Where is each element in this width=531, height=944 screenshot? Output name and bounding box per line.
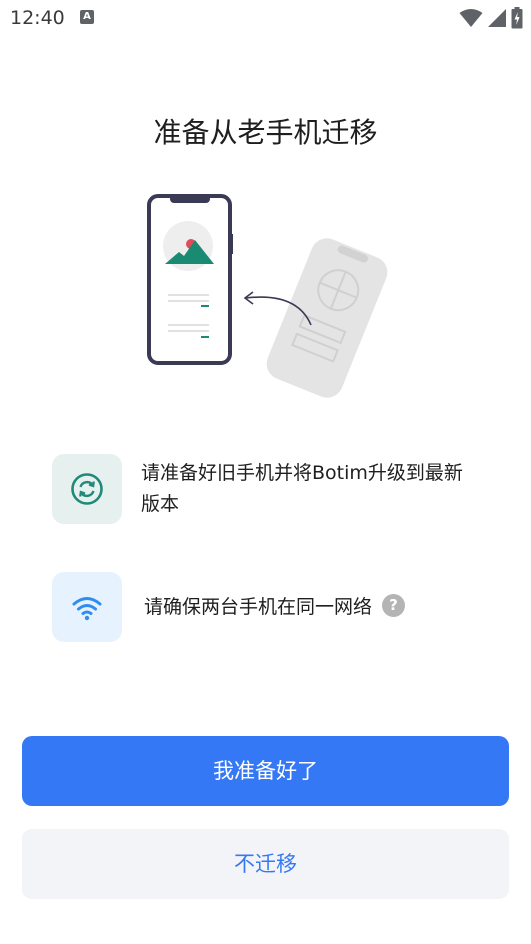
step-update-old-phone: 请准备好旧手机并将Botim升级到最新版本 — [52, 454, 492, 524]
status-icons — [459, 7, 523, 29]
step-same-network: 请确保两台手机在同一网络? — [52, 572, 492, 642]
help-icon[interactable]: ? — [382, 593, 406, 617]
step-icon-box — [52, 454, 122, 524]
step-icon-box — [52, 572, 122, 642]
new-phone-icon — [147, 194, 233, 365]
battery-icon — [511, 7, 523, 29]
old-phone-icon — [266, 238, 388, 398]
signal-icon — [488, 9, 506, 27]
step-text: 请确保两台手机在同一网络? — [144, 592, 406, 623]
status-bar: 12:40 A — [0, 0, 531, 36]
status-time: 12:40 — [10, 7, 65, 29]
step-text-label: 请确保两台手机在同一网络 — [144, 595, 373, 618]
skip-migration-button[interactable]: 不迁移 — [22, 829, 509, 899]
ready-button[interactable]: 我准备好了 — [22, 736, 509, 806]
wifi-icon — [72, 597, 102, 621]
migration-illustration — [147, 194, 388, 398]
wifi-icon — [459, 9, 483, 27]
step-text: 请准备好旧手机并将Botim升级到最新版本 — [141, 462, 463, 515]
page-title: 准备从老手机迁移 — [153, 116, 378, 149]
notification-icon: A — [80, 10, 94, 24]
sync-icon — [71, 473, 103, 505]
